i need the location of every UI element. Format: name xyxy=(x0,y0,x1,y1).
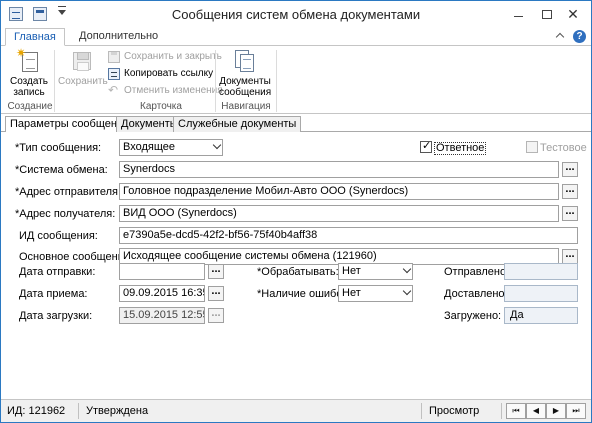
nav-first-button[interactable]: ⏮ xyxy=(506,403,526,419)
copy-link-label: Копировать ссылку xyxy=(124,68,214,79)
sent-date-field[interactable] xyxy=(119,263,205,280)
ribbon-separator xyxy=(276,50,277,112)
delivered-status-field xyxy=(504,285,578,302)
process-select[interactable]: Нет xyxy=(338,263,413,280)
message-type-select[interactable]: Входящее xyxy=(119,139,223,156)
status-separator xyxy=(78,403,79,419)
sender-address-select-button[interactable]: ... xyxy=(562,184,578,199)
content-tab-strip: Параметры сообщения Документы Служебные … xyxy=(1,115,591,133)
ribbon-separator xyxy=(215,50,216,112)
mode-text: Просмотр xyxy=(429,405,480,417)
exchange-system-label: *Система обмена: xyxy=(15,164,108,176)
sent-date-picker-button[interactable]: ... xyxy=(208,264,224,279)
ribbon: ✷ Создать запись Создание Сохранить Сохр… xyxy=(1,46,591,114)
message-type-label: *Тип сообщения: xyxy=(15,142,102,154)
recipient-address-field[interactable]: ВИД ООО (Synerdocs) xyxy=(119,205,559,222)
received-date-label: Дата приема: xyxy=(19,288,88,300)
nav-prev-button[interactable]: ◀ xyxy=(526,403,546,419)
collapse-ribbon-icon[interactable] xyxy=(556,31,566,41)
nav-next-button[interactable]: ▶ xyxy=(546,403,566,419)
recipient-address-label: *Адрес получателя: xyxy=(15,208,116,220)
message-type-value: Входящее xyxy=(123,141,176,153)
process-label: *Обрабатывать: xyxy=(257,266,339,278)
save-button[interactable]: Сохранить xyxy=(58,48,108,87)
message-documents-label-2: сообщения xyxy=(219,87,272,98)
app-window: Сообщения систем обмена документами ✕ Гл… xyxy=(0,0,592,423)
test-label: Тестовое xyxy=(540,142,587,154)
sent-label: Отправлено: xyxy=(444,266,510,278)
status-separator xyxy=(421,403,422,419)
status-separator xyxy=(501,403,502,419)
response-label: Ответное xyxy=(434,142,487,155)
record-id-text: ИД: 121962 xyxy=(7,405,66,417)
main-message-label: Основное сообщение: xyxy=(19,251,134,263)
close-button[interactable]: ✕ xyxy=(561,5,585,23)
create-record-icon: ✷ xyxy=(16,47,42,74)
group-label-navigation: Навигация xyxy=(221,101,271,112)
save-and-close-label: Сохранить и закрыть xyxy=(124,51,222,62)
received-date-field[interactable]: 09.09.2015 16:35:00 xyxy=(119,285,205,302)
sender-address-label: *Адрес отправителя: xyxy=(15,186,122,198)
group-label-card: Карточка xyxy=(140,101,182,112)
documents-icon xyxy=(231,48,259,74)
response-checkbox[interactable] xyxy=(420,139,432,153)
copy-link-button[interactable]: Копировать ссылку xyxy=(108,67,213,81)
minimize-button[interactable] xyxy=(506,5,530,23)
process-value: Нет xyxy=(342,265,361,277)
message-documents-label-1: Документы xyxy=(219,76,271,87)
create-record-label-2: запись xyxy=(13,87,45,98)
ribbon-tab-home[interactable]: Главная xyxy=(5,28,65,46)
undo-icon xyxy=(108,83,120,97)
errors-select[interactable]: Нет xyxy=(338,285,413,302)
message-id-field[interactable]: e7390a5e-dcd5-42f2-bf56-75f40b4aff38 xyxy=(119,227,578,244)
errors-value: Нет xyxy=(342,287,361,299)
recipient-address-select-button[interactable]: ... xyxy=(562,206,578,221)
maximize-button[interactable] xyxy=(534,5,558,23)
save-and-close-icon xyxy=(108,51,120,63)
loaded-date-field: 15.09.2015 12:55:19 xyxy=(119,307,205,324)
ribbon-separator xyxy=(54,50,55,112)
loaded-date-picker-button: ... xyxy=(208,308,224,323)
create-record-label-1: Создать xyxy=(9,76,48,87)
received-date-picker-button[interactable]: ... xyxy=(208,286,224,301)
message-form: *Тип сообщения: Входящее Ответное Тестов… xyxy=(1,132,591,400)
message-documents-button[interactable]: Документы сообщения xyxy=(219,48,271,98)
message-id-label: ИД сообщения: xyxy=(19,230,98,242)
nav-last-button[interactable]: ⏭ xyxy=(566,403,586,419)
window-title: Сообщения систем обмена документами xyxy=(171,7,421,22)
sender-address-field[interactable]: Головное подразделение Мобил-Авто ООО (S… xyxy=(119,183,559,200)
test-checkbox[interactable] xyxy=(526,141,538,153)
sent-date-label: Дата отправки: xyxy=(19,266,96,278)
status-bar: ИД: 121962 Утверждена Просмотр ⏮ ◀ ▶ ⏭ xyxy=(1,399,591,422)
cancel-changes-label: Отменить изменения xyxy=(124,85,223,96)
errors-label: *Наличие ошибок: xyxy=(257,288,351,300)
group-label-create: Создание xyxy=(7,101,53,112)
loaded-date-label: Дата загрузки: xyxy=(19,310,93,322)
loaded-label: Загружено: xyxy=(444,310,502,322)
ribbon-tab-additional[interactable]: Дополнительно xyxy=(71,28,166,46)
create-record-button[interactable]: ✷ Создать запись xyxy=(9,47,49,98)
ribbon-tab-strip: Главная Дополнительно ? xyxy=(1,28,591,46)
loaded-status-field: Да xyxy=(504,307,578,324)
cancel-changes-button[interactable]: Отменить изменения xyxy=(108,83,223,98)
main-message-select-button[interactable]: ... xyxy=(562,249,578,264)
copy-link-icon xyxy=(108,68,120,80)
record-state-text: Утверждена xyxy=(86,405,149,417)
save-label: Сохранить xyxy=(58,76,108,87)
save-icon xyxy=(69,48,95,74)
tab-service-documents[interactable]: Служебные документы xyxy=(173,116,302,132)
help-icon[interactable]: ? xyxy=(573,30,586,43)
exchange-system-select-button[interactable]: ... xyxy=(562,162,578,177)
title-bar: Сообщения систем обмена документами ✕ xyxy=(1,1,591,29)
sent-status-field xyxy=(504,263,578,280)
exchange-system-field[interactable]: Synerdocs xyxy=(119,161,559,178)
delivered-label: Доставлено: xyxy=(444,288,508,300)
tab-message-params[interactable]: Параметры сообщения xyxy=(5,116,135,133)
save-and-close-button[interactable]: Сохранить и закрыть xyxy=(108,50,222,64)
